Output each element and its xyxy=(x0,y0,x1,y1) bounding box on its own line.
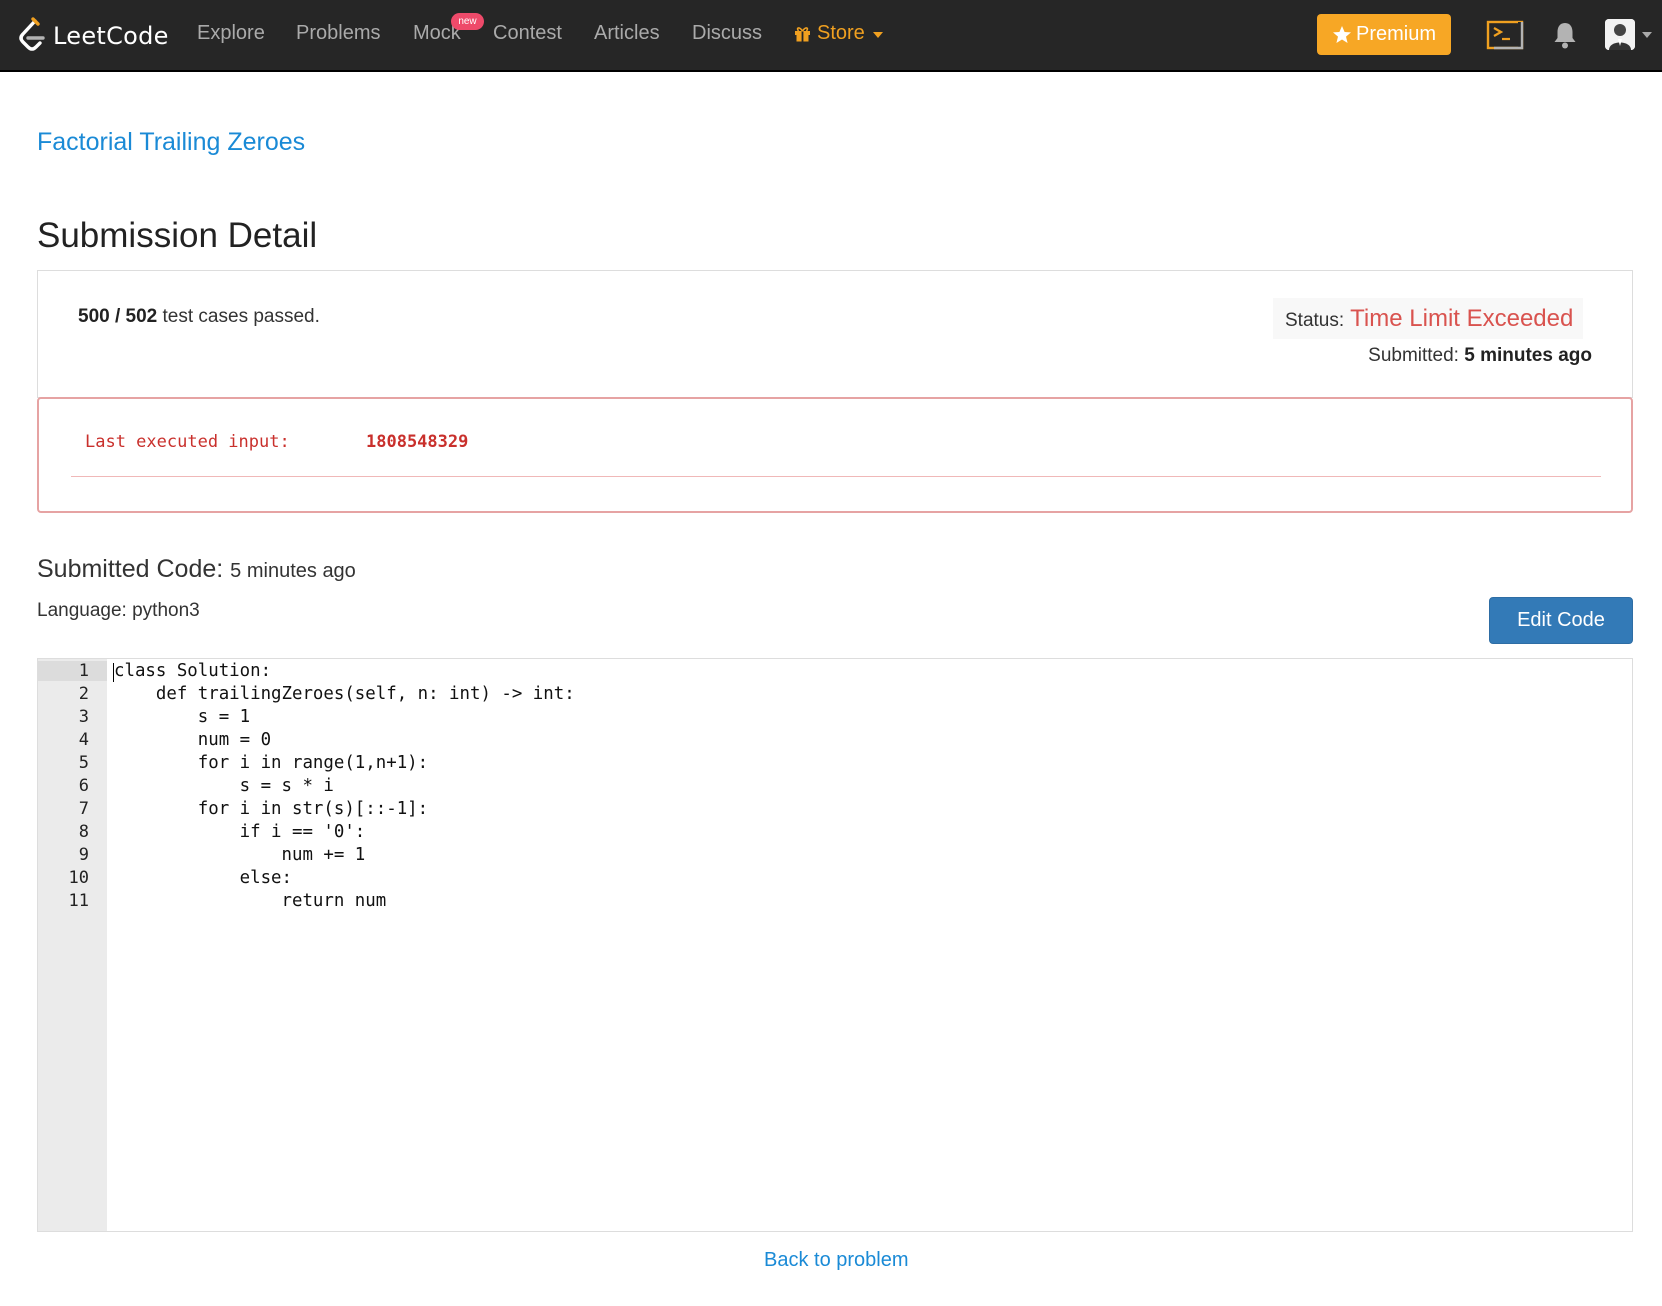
line-number: 10 xyxy=(68,868,89,888)
test-cases-summary: 500 / 502 test cases passed. xyxy=(78,306,320,328)
code-line: for i in str(s)[::-1]: xyxy=(114,799,429,819)
line-number: 7 xyxy=(78,799,89,819)
line-number: 8 xyxy=(78,822,89,842)
bell-icon[interactable] xyxy=(1552,20,1578,50)
status-box: Status: Time Limit Exceeded xyxy=(1273,298,1584,339)
gift-icon xyxy=(795,27,810,42)
store-label: Store xyxy=(817,22,865,44)
line-number: 9 xyxy=(78,845,89,865)
nav-contest[interactable]: Contest xyxy=(493,22,562,45)
last-input-value: 1808548329 xyxy=(366,432,469,452)
submitted-code-heading: Submitted Code: 5 minutes ago xyxy=(37,555,356,584)
code-line: num += 1 xyxy=(114,845,366,865)
avatar[interactable] xyxy=(1605,19,1635,50)
nav-explore[interactable]: Explore xyxy=(197,22,265,45)
problem-title-link[interactable]: Factorial Trailing Zeroes xyxy=(37,128,305,157)
code-editor[interactable]: 1 2 3 4 5 6 7 8 9 10 11 class Solution: def traili… xyxy=(37,658,1633,1232)
code-line: return num xyxy=(114,891,387,911)
submitted-time: Submitted: 5 minutes ago xyxy=(1368,345,1592,367)
back-to-problem-link[interactable]: Back to problem xyxy=(764,1249,909,1272)
line-number-gutter: 1 2 3 4 5 6 7 8 9 10 11 xyxy=(38,659,107,1231)
code-line: num = 0 xyxy=(114,730,272,750)
line-number: 2 xyxy=(78,684,89,704)
new-badge: new xyxy=(451,13,484,30)
cases-suffix: test cases passed. xyxy=(157,306,320,327)
language-label: Language: xyxy=(37,600,127,621)
brand-name: LeetCode xyxy=(53,22,169,50)
last-input-panel: Last executed input: 1808548329 xyxy=(37,397,1633,513)
count-separator: / xyxy=(109,306,126,327)
edit-code-button[interactable]: Edit Code xyxy=(1489,597,1633,644)
code-line: else: xyxy=(114,868,292,888)
line-number: 1 xyxy=(78,661,89,681)
brand-logo[interactable]: LeetCode xyxy=(16,14,169,58)
passed-count: 500 xyxy=(78,306,110,327)
status-value: Time Limit Exceeded xyxy=(1350,304,1574,332)
premium-button[interactable]: Premium xyxy=(1317,14,1451,55)
line-number: 6 xyxy=(78,776,89,796)
language-value: python3 xyxy=(132,600,200,621)
status-label: Status: xyxy=(1285,309,1345,331)
nav-articles[interactable]: Articles xyxy=(594,22,660,45)
leetcode-logo-icon xyxy=(19,17,45,51)
code-line: def trailingZeroes(self, n: int) -> int: xyxy=(114,684,575,704)
premium-label: Premium xyxy=(1355,23,1436,45)
total-count: 502 xyxy=(125,306,158,327)
top-navbar: LeetCode Explore Problems Mock new Conte… xyxy=(0,0,1662,72)
chevron-down-icon xyxy=(872,32,883,38)
chevron-down-icon[interactable] xyxy=(1642,32,1652,38)
code-line: for i in range(1,n+1): xyxy=(114,753,429,773)
code-line: s = s * i xyxy=(114,776,334,796)
star-icon xyxy=(1332,25,1351,43)
last-input-label: Last executed input: xyxy=(85,432,290,452)
nav-problems[interactable]: Problems xyxy=(296,22,380,45)
line-number: 11 xyxy=(68,891,89,911)
code-heading-label: Submitted Code: xyxy=(37,555,224,583)
line-number: 3 xyxy=(78,707,89,727)
code-heading-time: 5 minutes ago xyxy=(230,560,356,582)
code-line: if i == '0': xyxy=(114,822,366,842)
user-photo-icon xyxy=(1605,19,1635,50)
code-line: s = 1 xyxy=(114,707,251,727)
result-panel: 500 / 502 test cases passed. Status: Tim… xyxy=(37,270,1633,398)
submitted-value: 5 minutes ago xyxy=(1464,345,1592,366)
divider xyxy=(71,476,1601,477)
nav-store[interactable]: Store xyxy=(794,22,883,45)
nav-discuss[interactable]: Discuss xyxy=(692,22,762,45)
console-icon[interactable] xyxy=(1486,20,1524,50)
page-title: Submission Detail xyxy=(37,216,318,255)
language-line: Language: python3 xyxy=(37,600,200,622)
line-number: 5 xyxy=(78,753,89,773)
code-line: class Solution: xyxy=(114,661,272,681)
submitted-label: Submitted: xyxy=(1368,345,1459,366)
line-number: 4 xyxy=(78,730,89,750)
